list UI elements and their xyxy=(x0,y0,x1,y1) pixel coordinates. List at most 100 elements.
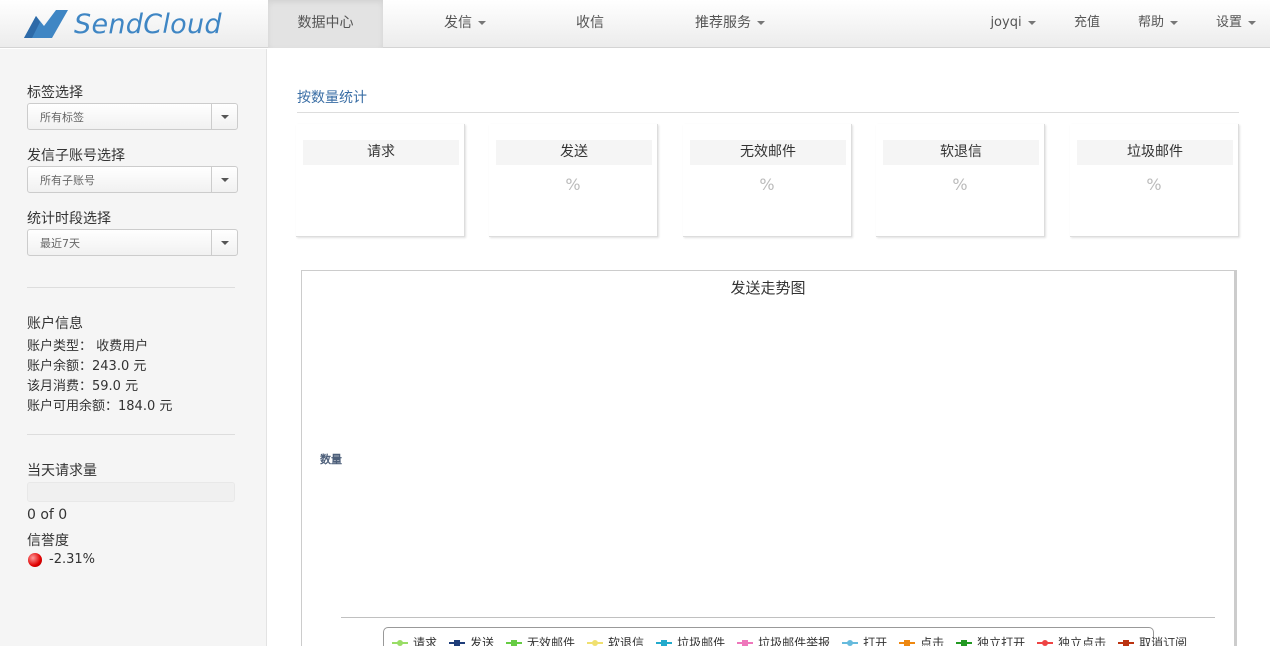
sidebar: 标签选择 所有标签 发信子账号选择 所有子账号 统计时段选择 最近7天 账户信息… xyxy=(0,49,267,646)
sidebar-divider xyxy=(27,434,235,435)
legend-label: 独立点击 xyxy=(1058,636,1107,646)
tag-select-value: 所有标签 xyxy=(40,111,84,124)
legend-swatch-icon xyxy=(656,638,673,646)
legend-swatch-icon xyxy=(392,638,408,646)
chart-title: 发送走势图 xyxy=(730,279,806,297)
main-content: 按数量统计 请求 发送 % 无效邮件 % 软退信 % 垃圾邮件 % 发送走势图 … xyxy=(268,49,1270,646)
sendcloud-logo-icon xyxy=(24,10,68,38)
stat-card-requests: 请求 xyxy=(296,124,465,237)
legend-label: 垃圾邮件举报 xyxy=(758,636,831,646)
reputation-value: -2.31% xyxy=(49,552,95,567)
account-month-spend: 该月消费：59.0 元 xyxy=(27,379,139,394)
account-balance: 账户余额：243.0 元 xyxy=(27,359,147,374)
legend-item[interactable]: 请求 xyxy=(392,634,437,646)
chevron-down-icon xyxy=(1248,20,1256,25)
subaccount-select-label: 发信子账号选择 xyxy=(27,148,125,164)
period-select-value: 最近7天 xyxy=(40,237,80,250)
subaccount-select-toggle[interactable] xyxy=(211,167,237,192)
chevron-down-icon xyxy=(1170,20,1178,25)
chart-y-axis-label: 数量 xyxy=(320,453,342,466)
chevron-down-icon xyxy=(1027,20,1036,25)
nav-data-center[interactable]: 数据中心 xyxy=(268,0,383,48)
legend-item[interactable]: 取消订阅 xyxy=(1118,634,1187,646)
legend-item[interactable]: 软退信 xyxy=(587,634,644,646)
subaccount-select-value: 所有子账号 xyxy=(40,174,95,187)
period-select-label: 统计时段选择 xyxy=(27,211,111,227)
legend-item[interactable]: 独立点击 xyxy=(1037,634,1106,646)
legend-swatch-icon xyxy=(506,638,523,646)
stat-card-value: % xyxy=(759,175,775,194)
nav-user-menu[interactable]: joyqi xyxy=(982,0,1044,48)
brand-name: SendCloud xyxy=(74,8,222,40)
chevron-down-icon xyxy=(221,178,229,182)
nav-recommended-services[interactable]: 推荐服务 xyxy=(670,0,790,48)
daily-requests-count: 0 of 0 xyxy=(27,507,68,523)
nav-help[interactable]: 帮助 xyxy=(1130,0,1186,48)
legend-swatch-icon xyxy=(1037,638,1054,646)
legend-item[interactable]: 独立打开 xyxy=(956,634,1025,646)
legend-item[interactable]: 打开 xyxy=(842,634,887,646)
chevron-down-icon xyxy=(221,241,229,245)
stat-card-label: 请求 xyxy=(303,140,459,165)
account-info-title: 账户信息 xyxy=(27,316,83,332)
legend-label: 打开 xyxy=(863,636,888,646)
reputation-label: 信誉度 xyxy=(27,533,69,549)
top-navbar: SendCloud 数据中心 发信 收信 推荐服务 joyqi 充值 帮助 设置 xyxy=(0,0,1270,48)
chart-legend: 请求 发送 无效邮件 软退信 垃圾邮件 垃圾邮件举报 打开 点击 独立打开 独立点击 取消订阅 xyxy=(383,627,1187,646)
legend-label: 请求 xyxy=(413,636,438,646)
nav-settings[interactable]: 设置 xyxy=(1208,0,1264,48)
chevron-down-icon xyxy=(221,115,229,119)
trend-chart: 发送走势图 数量 请求 发送 无效邮件 软退信 垃圾邮件 垃圾邮件举报 打开 点击 独立打开 独立… xyxy=(301,270,1237,646)
legend-label: 垃圾邮件 xyxy=(677,636,726,646)
stat-card-value: % xyxy=(565,175,581,194)
account-type: 账户类型： 收费用户 xyxy=(27,339,149,354)
legend-item[interactable]: 垃圾邮件举报 xyxy=(737,634,830,646)
sidebar-divider xyxy=(27,287,235,288)
account-available-balance: 账户可用余额：184.0 元 xyxy=(27,399,173,414)
legend-label: 软退信 xyxy=(608,636,645,646)
legend-item[interactable]: 无效邮件 xyxy=(506,634,575,646)
tag-select-toggle[interactable] xyxy=(211,104,237,129)
daily-requests-title: 当天请求量 xyxy=(27,463,97,479)
stat-card-value: % xyxy=(952,175,968,194)
stat-card-label: 无效邮件 xyxy=(690,140,846,165)
brand-logo[interactable]: SendCloud xyxy=(22,6,222,42)
legend-label: 点击 xyxy=(920,636,945,646)
nav-recharge[interactable]: 充值 xyxy=(1064,0,1110,48)
period-select-toggle[interactable] xyxy=(211,230,237,255)
legend-swatch-icon xyxy=(449,638,466,646)
stat-card-soft-bounce: 软退信 % xyxy=(876,124,1045,237)
stat-card-invalid: 无效邮件 % xyxy=(683,124,852,237)
period-select[interactable]: 最近7天 xyxy=(27,229,238,256)
chart-x-axis xyxy=(341,617,1215,618)
stat-card-spam: 垃圾邮件 % xyxy=(1070,124,1239,237)
stat-card-label: 垃圾邮件 xyxy=(1077,140,1233,165)
legend-item[interactable]: 点击 xyxy=(899,634,944,646)
daily-requests-progress xyxy=(27,482,235,502)
legend-label: 取消订阅 xyxy=(1139,636,1188,646)
section-title: 按数量统计 xyxy=(297,90,367,106)
legend-swatch-icon xyxy=(1118,638,1135,646)
legend-label: 无效邮件 xyxy=(527,636,576,646)
legend-item[interactable]: 垃圾邮件 xyxy=(656,634,725,646)
chevron-down-icon xyxy=(757,21,765,25)
legend-item[interactable]: 发送 xyxy=(449,634,494,646)
legend-swatch-icon xyxy=(956,638,973,646)
legend-swatch-icon xyxy=(587,638,604,646)
chevron-down-icon xyxy=(478,21,486,25)
nav-send[interactable]: 发信 xyxy=(410,0,520,48)
legend-swatch-icon xyxy=(899,638,916,646)
subaccount-select[interactable]: 所有子账号 xyxy=(27,166,238,193)
reputation-status-icon xyxy=(28,553,42,567)
stat-card-sent: 发送 % xyxy=(489,124,658,237)
tag-select-label: 标签选择 xyxy=(27,85,83,101)
legend-label: 发送 xyxy=(470,636,495,646)
legend-swatch-icon xyxy=(842,638,859,646)
legend-label: 独立打开 xyxy=(977,636,1026,646)
legend-swatch-icon xyxy=(737,638,754,646)
section-divider xyxy=(297,112,1239,113)
nav-receive[interactable]: 收信 xyxy=(545,0,635,48)
stat-card-value: % xyxy=(1146,175,1162,194)
tag-select[interactable]: 所有标签 xyxy=(27,103,238,130)
stat-card-label: 软退信 xyxy=(883,140,1039,165)
